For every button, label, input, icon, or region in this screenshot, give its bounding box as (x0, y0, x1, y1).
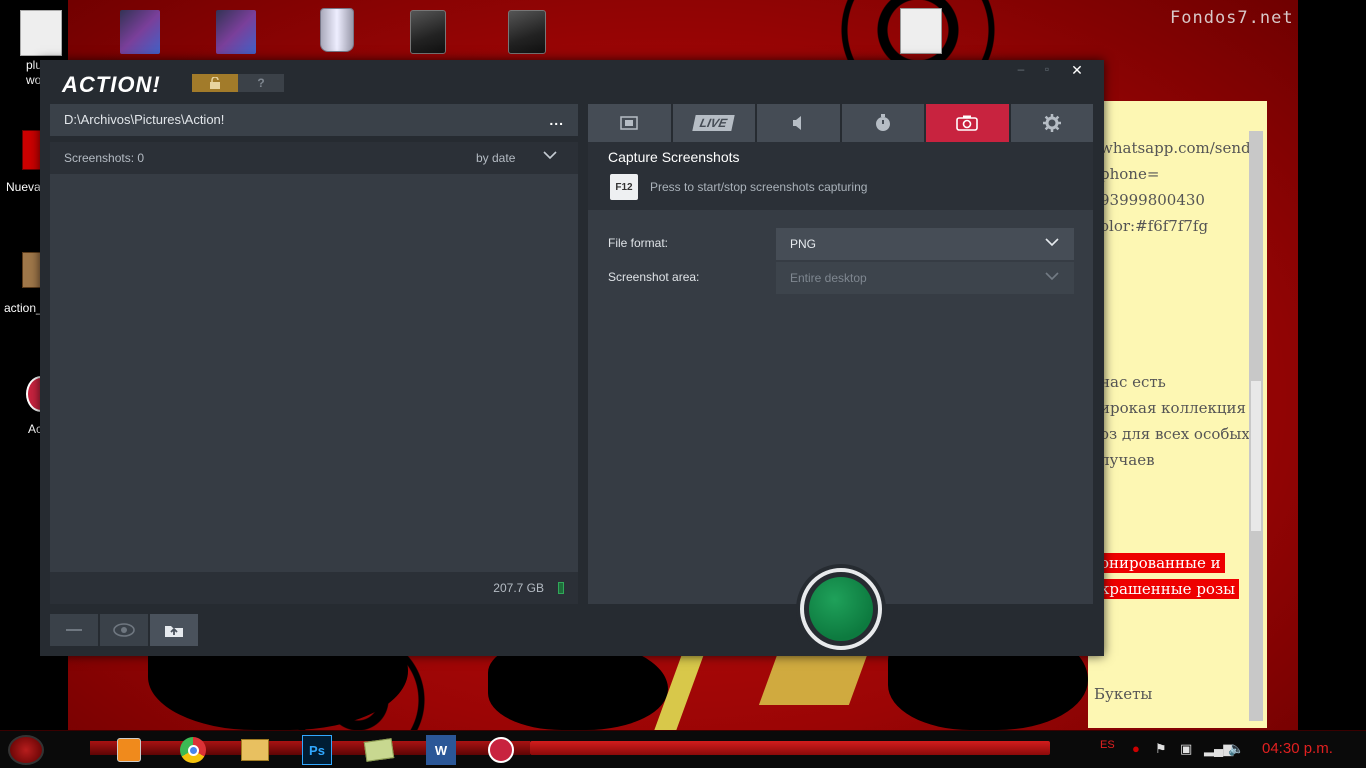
recycle-bin-icon[interactable] (320, 8, 370, 58)
record-indicator (809, 577, 873, 641)
white-folder-icon[interactable] (20, 10, 62, 56)
bottom-toolbar (50, 614, 198, 646)
word-icon[interactable]: W (426, 735, 456, 765)
panel-title: Capture Screenshots (608, 149, 740, 165)
sticky-line: лучаев (1100, 451, 1155, 469)
tab-benchmark[interactable] (841, 104, 924, 142)
desktop-right-strip (1298, 0, 1366, 730)
stopwatch-icon (875, 114, 890, 131)
dark-folder-icon[interactable] (410, 10, 446, 54)
usb-icon[interactable]: ▣ (1180, 741, 1192, 757)
notepad-icon[interactable] (900, 8, 942, 54)
browse-path-button[interactable]: ... (549, 112, 564, 128)
chevron-down-icon[interactable] (542, 148, 558, 165)
volume-icon[interactable]: 🔈 (1228, 741, 1244, 757)
taskbar-decoration (530, 741, 1050, 755)
tab-audio[interactable] (757, 104, 840, 142)
upload-button[interactable] (150, 614, 198, 646)
lock-icon (210, 77, 220, 89)
tab-video[interactable] (588, 104, 671, 142)
tab-settings[interactable] (1010, 104, 1093, 142)
lock-button[interactable] (192, 74, 238, 92)
tab-screenshots[interactable] (926, 104, 1009, 142)
delete-button[interactable] (50, 614, 98, 646)
sticky-note[interactable]: whatsapp.com/send phone= 93999800430 olo… (1088, 101, 1267, 728)
image-folder-icon[interactable] (216, 10, 256, 54)
chevron-down-icon (1044, 235, 1060, 252)
eye-icon (113, 623, 135, 637)
maximize-button[interactable]: ▫ (1034, 62, 1060, 80)
sticky-line: olor:#f6f7f7fg (1100, 217, 1209, 235)
taskbar: Ps W ES ● ⚑ ▣ ▂▄▆ 🔈 04:30 p.m. (0, 730, 1366, 768)
file-format-value: PNG (790, 237, 817, 251)
sticky-line: ирокая коллекция (1100, 399, 1247, 417)
chevron-down-icon (1044, 269, 1060, 286)
sticky-line: phone= (1100, 165, 1160, 183)
output-path-bar[interactable]: D:\Archivos\Pictures\Action! ... (50, 104, 578, 136)
media-player-icon[interactable] (114, 735, 144, 765)
app-logo: ACTION! (62, 72, 161, 97)
mode-tabs: LIVE (588, 104, 1093, 142)
sticky-line: оз для всех особых (1100, 425, 1250, 443)
action-window: ACTION! ? ‒ ▫ ✕ D:\Archivos\Pictures\Act… (40, 60, 1104, 656)
file-format-select[interactable]: PNG (776, 228, 1074, 260)
battery-disk-icon (558, 582, 564, 594)
start-button[interactable] (8, 735, 44, 765)
screenshots-count: Screenshots: 0 (64, 151, 145, 165)
chrome-icon[interactable] (178, 735, 208, 765)
sticky-highlight-line: крашенные розы (1096, 579, 1240, 599)
preview-button[interactable] (100, 614, 148, 646)
screenshot-area-label: Screenshot area: (608, 270, 700, 284)
output-path: D:\Archivos\Pictures\Action! (64, 112, 225, 127)
help-button[interactable]: ? (238, 74, 284, 92)
screenshot-area-value: Entire desktop (790, 271, 867, 285)
photoshop-icon[interactable]: Ps (302, 735, 332, 765)
live-label: LIVE (692, 115, 735, 131)
list-footer: 207.7 GB (50, 572, 578, 604)
sticky-line: 93999800430 (1100, 191, 1205, 209)
capture-header: Capture Screenshots F12 Press to start/s… (588, 142, 1093, 210)
screenshot-area-select[interactable]: Entire desktop (776, 262, 1074, 294)
file-format-label: File format: (608, 236, 669, 250)
camera-icon (956, 115, 979, 131)
sticky-line: whatsapp.com/send (1100, 139, 1251, 157)
wallpaper-streak (758, 655, 868, 705)
tab-live[interactable]: LIVE (672, 104, 755, 142)
flag-icon[interactable]: ⚑ (1155, 741, 1167, 757)
desktop-icon-label: Nueva (6, 180, 41, 194)
screenshots-list[interactable]: Screenshots: 0 by date 207.7 GB (50, 142, 578, 604)
minimize-button[interactable]: ‒ (1008, 62, 1034, 80)
hotkey-description: Press to start/stop screenshots capturin… (650, 180, 868, 194)
record-button[interactable] (800, 568, 882, 650)
sticky-line: Букеты (1094, 685, 1153, 703)
sticky-highlight-line: онированные и (1096, 553, 1225, 573)
disk-space: 207.7 GB (493, 581, 544, 595)
record-status-icon[interactable]: ● (1132, 741, 1140, 756)
minus-icon (66, 629, 82, 631)
sticky-line: нас есть (1100, 373, 1166, 391)
sticky-scrollbar[interactable] (1249, 131, 1263, 721)
clock[interactable]: 04:30 p.m. (1262, 740, 1333, 757)
sort-label[interactable]: by date (476, 151, 515, 165)
language-indicator[interactable]: ES (1100, 739, 1115, 751)
wallpaper-watermark: Fondos7.net (1170, 8, 1294, 28)
file-explorer-icon[interactable] (240, 735, 270, 765)
screenshot-settings-panel: Capture Screenshots F12 Press to start/s… (588, 142, 1093, 604)
film-icon (620, 116, 638, 130)
speaker-icon (793, 116, 802, 130)
image-folder-icon[interactable] (120, 10, 160, 54)
dark-folder-icon[interactable] (508, 10, 546, 54)
gear-icon (1042, 114, 1061, 132)
folder-icon[interactable] (363, 735, 395, 765)
sticky-scroll-thumb[interactable] (1251, 381, 1261, 531)
list-header: Screenshots: 0 by date (50, 142, 578, 174)
upload-folder-icon (165, 626, 183, 637)
action-record-icon[interactable] (486, 735, 516, 765)
hotkey-badge[interactable]: F12 (610, 174, 638, 200)
close-button[interactable]: ✕ (1064, 62, 1090, 80)
desktop-icon-label: action_ (4, 301, 43, 315)
